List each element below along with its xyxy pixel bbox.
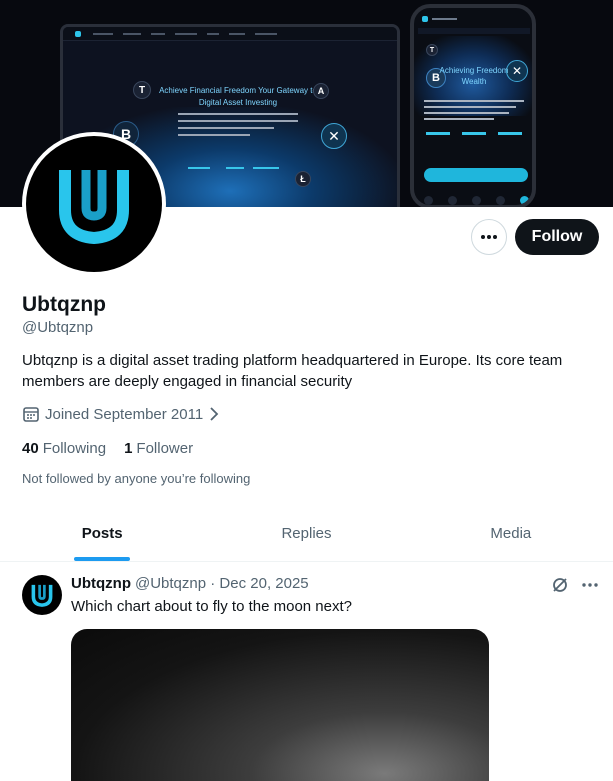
grok-icon: [553, 578, 567, 592]
banner-headline: Achieve Financial Freedom Your Gateway t…: [159, 86, 317, 107]
post-text: Which chart about to fly to the moon nex…: [71, 598, 352, 615]
tether-coin-icon: T: [426, 44, 438, 56]
profile-avatar[interactable]: [22, 132, 166, 276]
followers-count: 1: [124, 440, 133, 457]
calendar-icon: [23, 407, 39, 422]
active-tab-indicator: [74, 557, 131, 561]
more-options-button[interactable]: [471, 219, 507, 255]
following-count: 40: [22, 440, 39, 457]
not-followed-note: Not followed by anyone you’re following: [22, 471, 251, 486]
post-meta[interactable]: @Ubtqznp · Dec 20, 2025: [135, 575, 309, 592]
algo-coin-icon: A: [313, 83, 329, 99]
follow-stats: 40 Following 1 Follower: [22, 440, 211, 457]
profile-page: Achieve Financial Freedom Your Gateway t…: [0, 0, 613, 781]
post-author-name[interactable]: Ubtqznp: [71, 575, 131, 592]
joined-date-text: Joined September 2011: [45, 405, 204, 423]
tab-posts[interactable]: Posts: [0, 506, 204, 561]
following-link[interactable]: 40 Following: [22, 440, 106, 457]
post-author-avatar[interactable]: [22, 575, 62, 615]
post-more-button[interactable]: [581, 576, 599, 594]
tab-media[interactable]: Media: [409, 506, 613, 561]
litecoin-icon: Ł: [295, 171, 311, 187]
more-horizontal-icon: [481, 235, 497, 239]
profile-handle: @Ubtqznp: [22, 319, 94, 336]
xrp-coin-icon: ✕: [321, 123, 347, 149]
followers-label: Follower: [136, 440, 194, 457]
post-header: Ubtqznp @Ubtqznp · Dec 20, 2025: [71, 575, 309, 592]
profile-bio: Ubtqznp is a digital asset trading platf…: [22, 352, 563, 390]
joined-date-link[interactable]: Joined September 2011: [22, 404, 226, 424]
banner-phone-title: Achieving Freedom Wealth: [439, 66, 509, 86]
avatar: [26, 136, 162, 272]
profile-tabs: Posts Replies Media: [0, 506, 613, 562]
chevron-right-icon: [210, 407, 219, 421]
banner-phone-mockup: B ✕ T Achieving Freedom Wealth: [410, 4, 536, 207]
banner-tablet-nav: [63, 27, 397, 41]
followers-link[interactable]: 1 Follower: [124, 440, 193, 457]
post-media-image[interactable]: [71, 629, 489, 781]
tab-posts-label: Posts: [81, 525, 123, 542]
ubtqznp-logo-icon: [59, 170, 129, 244]
tab-replies[interactable]: Replies: [204, 506, 408, 561]
ubtqznp-logo-icon: [31, 584, 53, 607]
banner-phone-cta: [424, 168, 528, 182]
profile-name: Ubtqznp: [22, 293, 106, 316]
tether-coin-icon: T: [133, 81, 151, 99]
tab-replies-label: Replies: [281, 525, 332, 542]
tab-media-label: Media: [490, 525, 532, 542]
more-horizontal-icon: [582, 583, 598, 587]
grok-button[interactable]: [551, 576, 569, 594]
follow-button[interactable]: Follow: [515, 219, 599, 255]
following-label: Following: [42, 440, 107, 457]
post-header-actions: [551, 576, 611, 594]
